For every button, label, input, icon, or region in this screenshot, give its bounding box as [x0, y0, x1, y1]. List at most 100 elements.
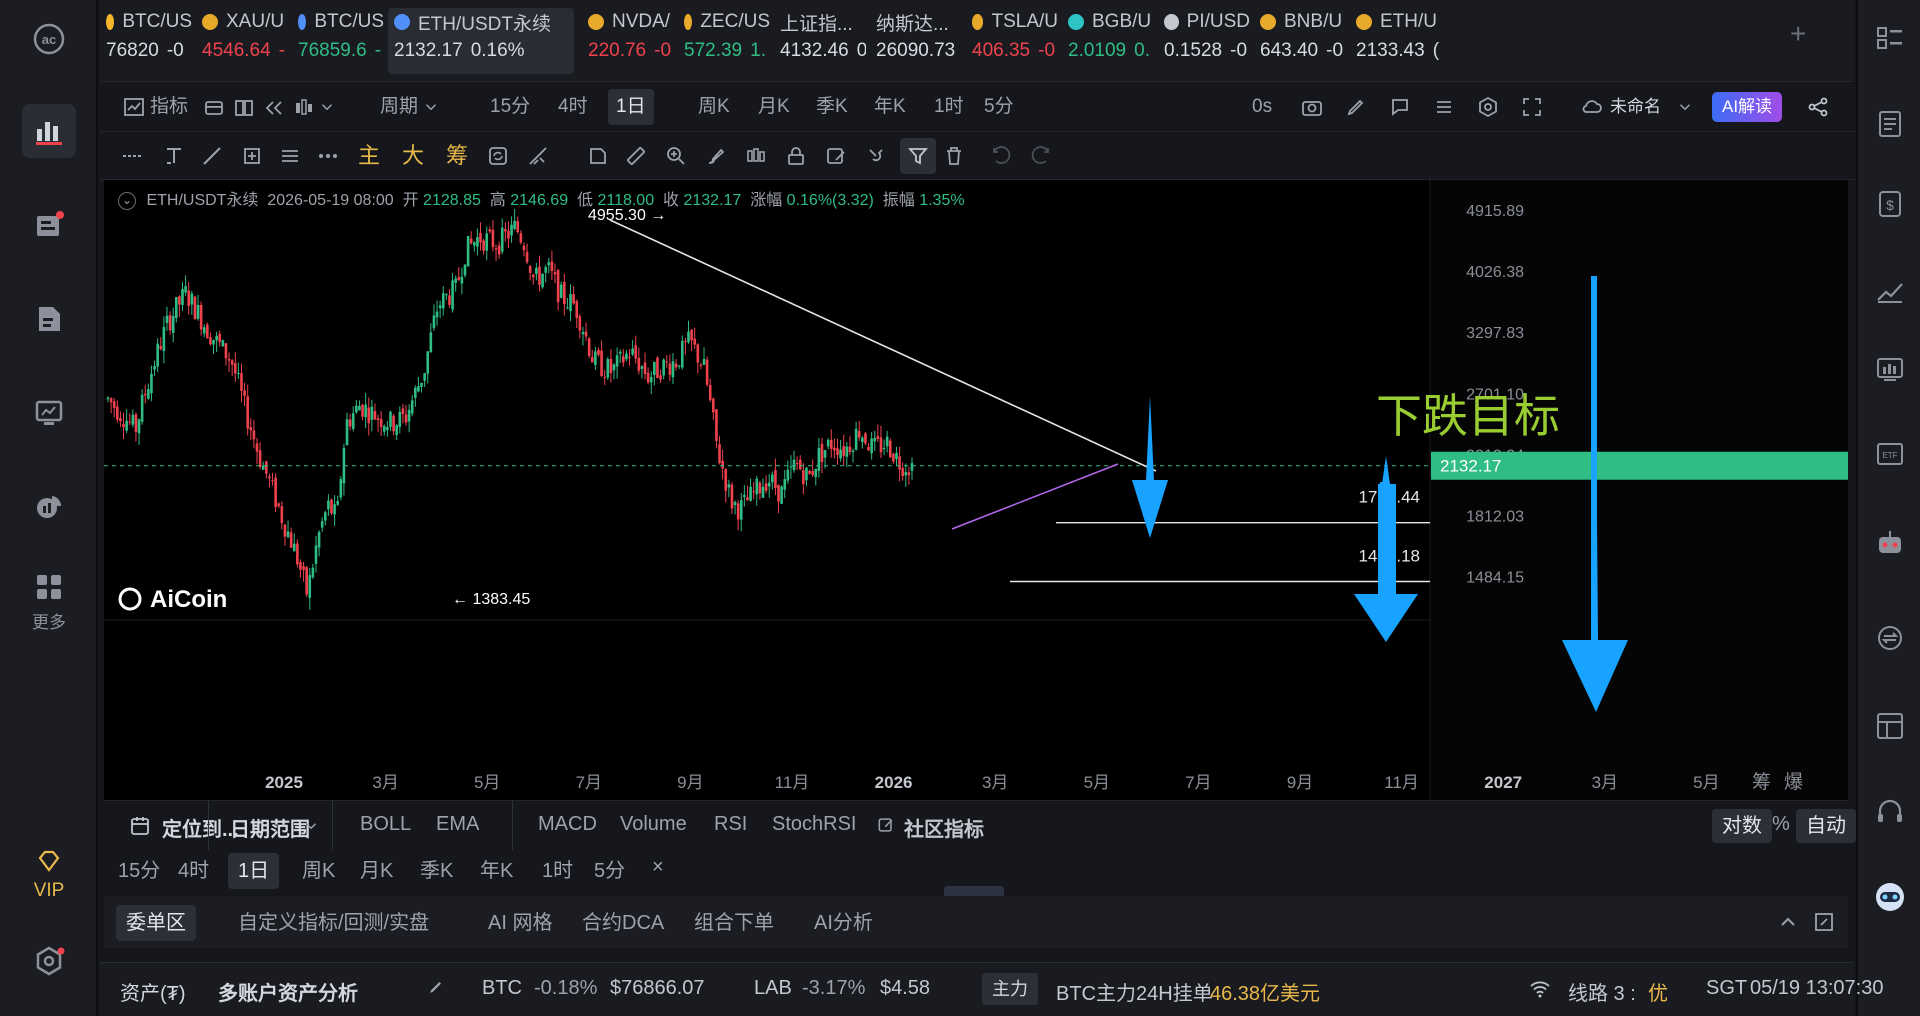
ticker-tab[interactable]: BTC/US 76820 -0 — [100, 8, 192, 74]
monitor-icon[interactable] — [22, 386, 76, 440]
template-icon[interactable] — [202, 96, 226, 125]
collapse-icon[interactable]: ⌄ — [118, 191, 136, 210]
news-icon[interactable] — [22, 198, 76, 252]
text-tool-icon[interactable] — [162, 144, 186, 173]
date-range-button[interactable]: 日期范围 — [230, 813, 310, 842]
bottom-tab[interactable]: AI 网格 — [488, 905, 552, 941]
quick-timeframe-item[interactable]: 月K — [360, 853, 393, 889]
ticker-tab[interactable]: PI/USD 0.1528 -0 — [1158, 8, 1250, 74]
list-menu-icon[interactable] — [1872, 20, 1908, 56]
panel-resize-handle[interactable] — [944, 886, 1004, 896]
quick-timeframe-item[interactable]: 年K — [480, 853, 513, 889]
quick-timeframe-item[interactable]: 1日 — [228, 853, 280, 889]
multi-account-button[interactable]: 多账户资产分析 — [218, 977, 358, 1006]
alert-icon[interactable] — [1388, 95, 1412, 124]
bottom-tab[interactable]: 自定义指标/回测/实盘 — [238, 905, 429, 941]
refresh-square-icon[interactable] — [486, 144, 510, 173]
timeframe-tab[interactable]: 季K — [808, 89, 856, 125]
line-label[interactable]: 线路 3 : — [1568, 977, 1636, 1006]
quick-timeframe-item[interactable]: 15分 — [118, 853, 160, 889]
popout-icon[interactable] — [1812, 910, 1836, 939]
pencil-icon[interactable] — [1344, 95, 1368, 124]
screen-chart-icon[interactable] — [1872, 352, 1908, 388]
edit-icon[interactable] — [876, 815, 896, 840]
edit-note-icon[interactable] — [824, 144, 848, 173]
ai-interpret-button[interactable]: AI解读 — [1712, 92, 1783, 122]
timeframe-tab[interactable]: 1时 — [926, 89, 972, 125]
analysis-icon[interactable] — [22, 480, 76, 534]
boll-indicator[interactable]: BOLL — [360, 813, 411, 836]
ticker-tab[interactable]: TSLA/U 406.35 -0 — [966, 8, 1058, 74]
bottom-tab[interactable]: 组合下单 — [694, 905, 774, 941]
ruler-icon[interactable] — [624, 144, 648, 173]
corner-label[interactable]: 爆 — [1784, 771, 1803, 793]
chevron-down-icon[interactable] — [422, 98, 440, 121]
magnet-icon[interactable] — [864, 144, 888, 173]
robot-icon[interactable] — [1872, 526, 1908, 562]
volume-indicator[interactable]: Volume — [620, 813, 687, 836]
bottom-tab[interactable]: 委单区 — [116, 905, 196, 941]
trend-icon[interactable] — [1872, 272, 1908, 308]
quick-timeframe-item[interactable]: 1时 — [542, 853, 573, 889]
percent-scale-button[interactable]: % — [1772, 813, 1790, 836]
dollar-icon[interactable]: $ — [1872, 186, 1908, 222]
coin2-symbol[interactable]: LAB — [754, 977, 792, 1000]
document-icon[interactable] — [22, 292, 76, 346]
layout-name[interactable]: 未命名 — [1610, 82, 1661, 132]
trendline-icon[interactable] — [200, 144, 224, 173]
ema-indicator[interactable]: EMA — [436, 813, 479, 836]
exchange-arrows-icon[interactable] — [1872, 620, 1908, 656]
etf-icon[interactable]: ETF — [1872, 436, 1908, 472]
community-indicator-button[interactable]: 社区指标 — [904, 813, 984, 842]
indicator-icon[interactable] — [122, 95, 146, 124]
rsi-indicator[interactable]: RSI — [714, 813, 747, 836]
brush-icon[interactable] — [704, 144, 728, 173]
quick-timeframe-item[interactable]: 4时 — [178, 853, 209, 889]
replay-icon[interactable] — [262, 96, 286, 125]
shape-tool-icon[interactable] — [586, 144, 610, 173]
ticker-tab[interactable]: NVDA/220.76 -0 — [582, 8, 674, 74]
quick-timeframe-item[interactable]: 季K — [420, 853, 453, 889]
ticker-tab[interactable]: XAU/U 4546.64- — [196, 8, 288, 74]
vip-diamond-icon[interactable] — [22, 846, 76, 880]
auto-scale-button[interactable]: 自动 — [1796, 809, 1856, 843]
log-scale-button[interactable]: 对数 — [1712, 809, 1772, 843]
timeframe-tab[interactable]: 1日 — [608, 89, 654, 125]
chevron-down-icon[interactable] — [318, 98, 336, 121]
ticker-tab[interactable]: BNB/U 643.40 -0 — [1254, 8, 1346, 74]
timeframe-tab[interactable]: 4时 — [550, 89, 596, 125]
filter-icon[interactable] — [900, 138, 936, 174]
trash-icon[interactable] — [942, 144, 966, 173]
redo-icon[interactable] — [1028, 144, 1052, 173]
compare-icon[interactable] — [232, 96, 256, 125]
candle-type-icon[interactable] — [292, 96, 316, 125]
horizontal-ray-icon[interactable] — [120, 144, 144, 173]
bottom-tab[interactable]: 合约DCA — [582, 905, 664, 941]
coin1-symbol[interactable]: BTC — [482, 977, 522, 1000]
orderbook-icon[interactable] — [1872, 106, 1908, 142]
period-button[interactable]: 周期 — [380, 82, 418, 132]
more-apps-icon[interactable] — [22, 560, 76, 614]
settings-gear-icon[interactable] — [1476, 95, 1500, 124]
chips-toggle[interactable]: 筹 — [446, 132, 468, 182]
main-indicator-toggle[interactable]: 主 — [358, 132, 380, 182]
aicoin-logo-icon[interactable]: ac — [22, 12, 76, 66]
macd-indicator[interactable]: MACD — [538, 813, 597, 836]
indicator-button[interactable]: 指标 — [150, 82, 188, 132]
ticker-tab[interactable]: 纳斯达... 26090.73 — [870, 8, 962, 74]
main-force-text[interactable]: BTC主力24H挂单 — [1056, 977, 1213, 1006]
chevron-down-icon[interactable] — [1676, 98, 1694, 121]
chart-icon[interactable] — [22, 104, 76, 158]
zoom-in-icon[interactable] — [664, 144, 688, 173]
share-icon[interactable] — [1806, 95, 1830, 124]
timeframe-tab[interactable]: 年K — [866, 89, 914, 125]
list-icon[interactable] — [1432, 95, 1456, 124]
ticker-tab[interactable]: 上证指... 4132.46 0 — [774, 8, 866, 74]
chevron-down-icon[interactable] — [302, 817, 320, 840]
lock-icon[interactable] — [784, 144, 808, 173]
undo-icon[interactable] — [990, 144, 1014, 173]
corner-label[interactable]: 筹 — [1752, 771, 1771, 793]
chart-canvas[interactable]: 4915.894026.383297.832701.102212.241812.… — [104, 180, 1848, 800]
close-quick-bar-icon[interactable]: × — [652, 856, 664, 879]
vip-label[interactable]: VIP — [0, 880, 98, 902]
